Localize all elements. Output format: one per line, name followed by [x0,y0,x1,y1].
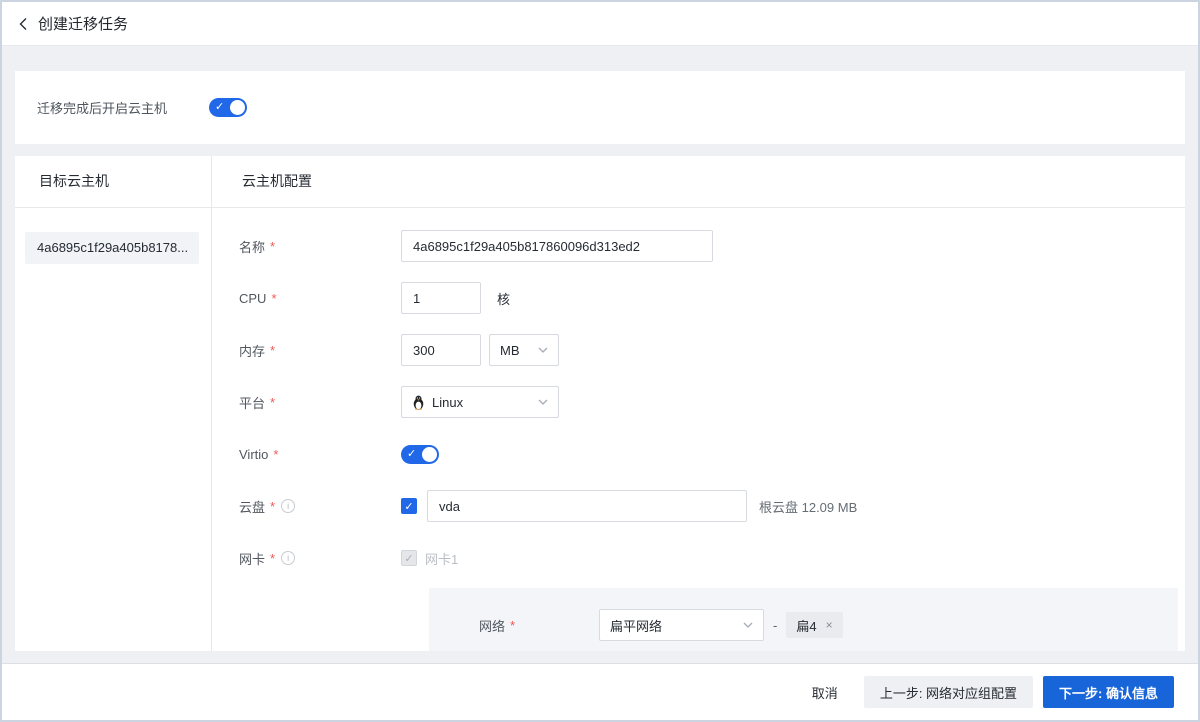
cpu-unit-label: 核 [497,289,510,308]
memory-row: 内存 * MB [239,334,1185,366]
target-vm-panel-title: 目标云主机 [15,156,211,208]
chevron-down-icon [743,622,753,628]
platform-select[interactable]: Linux [401,386,559,418]
nic-network-subpanel: 网络 * 扁平网络 - 扁4 [429,588,1178,651]
vm-config-form: 名称 * CPU * 核 [212,208,1185,651]
footer-actions: 取消 上一步: 网络对应组配置 下一步: 确认信息 [2,663,1198,720]
main-card: 目标云主机 4a6895c1f29a405b8178... 云主机配置 名称 * [15,156,1185,651]
disk-row: 云盘 * i ✓ 根云盘 12.09 MB [239,490,1185,522]
tag-remove-icon[interactable]: × [826,618,833,632]
disk-label: 云盘 * i [239,497,401,516]
disk-name-input[interactable] [427,490,747,522]
virtio-label: Virtio * [239,447,401,462]
network-label: 网络 * [479,616,599,635]
vm-list: 4a6895c1f29a405b8178... [15,208,211,264]
create-migration-task-page: 创建迁移任务 迁移完成后开启云主机 ✓ 目标云主机 4a6895c1f29a40… [0,0,1200,722]
next-step-button[interactable]: 下一步: 确认信息 [1043,676,1174,708]
check-icon: ✓ [407,446,416,463]
info-icon[interactable]: i [281,551,295,565]
platform-label: 平台 * [239,393,401,412]
memory-label: 内存 * [239,341,401,360]
name-row: 名称 * [239,230,1185,262]
cpu-input[interactable] [401,282,481,314]
nic1-checkbox-disabled: ✓ [401,550,417,566]
required-mark: * [510,618,515,633]
nic1-label: 网卡1 [425,549,458,568]
toggle-knob [422,447,437,462]
memory-input[interactable] [401,334,481,366]
virtio-toggle[interactable]: ✓ [401,445,439,464]
check-icon: ✓ [215,99,224,116]
power-on-card: 迁移完成后开启云主机 ✓ [15,71,1185,144]
memory-unit-select[interactable]: MB [489,334,559,366]
name-input[interactable] [401,230,713,262]
required-mark: * [271,291,276,306]
power-on-label: 迁移完成后开启云主机 [37,98,167,117]
vm-list-item-selected[interactable]: 4a6895c1f29a405b8178... [25,232,199,264]
vm-config-panel: 云主机配置 名称 * CPU * [212,156,1185,651]
network-tag: 扁4 × [786,612,842,638]
chevron-down-icon [538,347,548,353]
disk-checkbox[interactable]: ✓ [401,498,417,514]
required-mark: * [270,239,275,254]
required-mark: * [270,395,275,410]
info-icon[interactable]: i [281,499,295,513]
virtio-row: Virtio * ✓ [239,438,1185,470]
content: 迁移完成后开启云主机 ✓ 目标云主机 4a6895c1f29a405b8178.… [2,46,1198,720]
target-vm-panel: 目标云主机 4a6895c1f29a405b8178... [15,156,212,651]
power-on-toggle[interactable]: ✓ [209,98,247,117]
nic-label: 网卡 * i [239,549,401,568]
chevron-left-icon [18,17,28,31]
titlebar: 创建迁移任务 [2,2,1198,46]
prev-step-button[interactable]: 上一步: 网络对应组配置 [864,676,1033,708]
nic-row: 网卡 * i ✓ 网卡1 [239,542,1185,574]
vm-config-panel-title: 云主机配置 [212,156,1185,208]
required-mark: * [270,343,275,358]
cpu-row: CPU * 核 [239,282,1185,314]
back-button[interactable] [18,17,28,31]
chevron-down-icon [538,399,548,405]
toggle-knob [230,100,245,115]
network-type-select[interactable]: 扁平网络 [599,609,764,641]
separator-dash: - [773,618,777,633]
cancel-button[interactable]: 取消 [812,683,838,702]
required-mark: * [270,499,275,514]
linux-penguin-icon [412,395,425,410]
platform-row: 平台 * [239,386,1185,418]
name-label: 名称 * [239,237,401,256]
network-row: 网络 * 扁平网络 - 扁4 [479,609,1178,641]
disk-size-info: 根云盘 12.09 MB [759,497,857,516]
cpu-label: CPU * [239,291,401,306]
required-mark: * [273,447,278,462]
page-title: 创建迁移任务 [38,13,128,34]
required-mark: * [270,551,275,566]
